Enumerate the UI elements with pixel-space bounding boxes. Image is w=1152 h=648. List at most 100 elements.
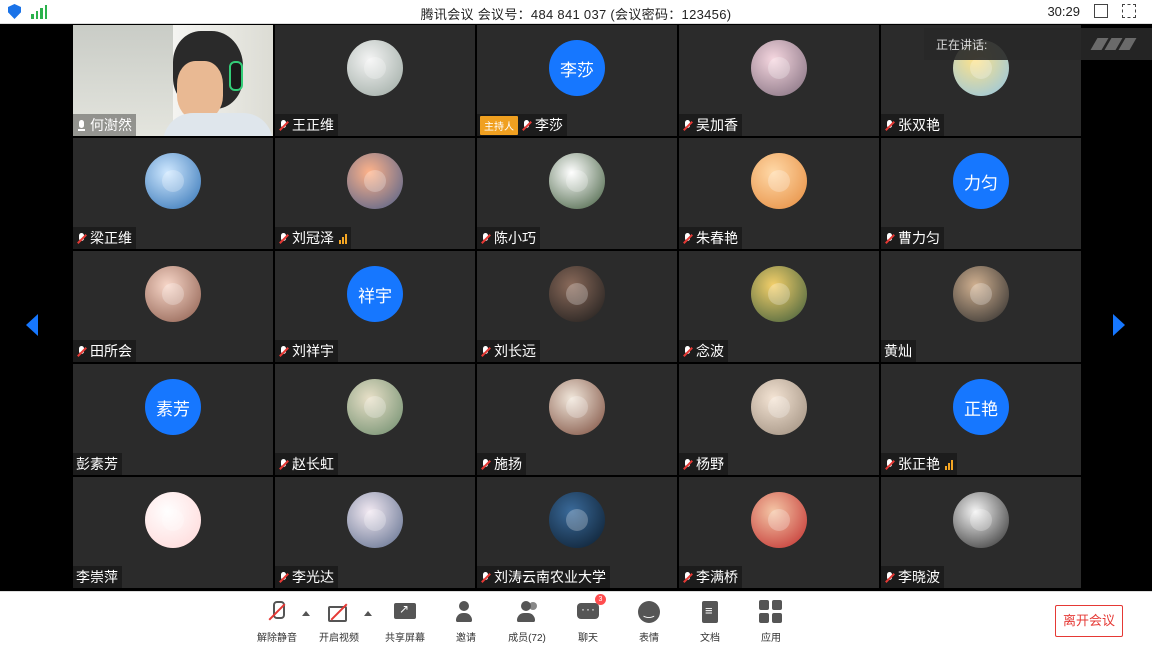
participant-tile[interactable]: 刘长远	[477, 251, 677, 362]
anime-character-avatar	[549, 379, 605, 435]
participant-tile[interactable]: 力匀曹力匀	[881, 138, 1081, 249]
participant-tile[interactable]: 田所会	[73, 251, 273, 362]
meeting-timer: 30:29	[1047, 4, 1080, 19]
title-bar: 腾讯会议 会议号：484 841 037 (会议密码：123456) 30:29	[0, 0, 1152, 24]
participant-tile[interactable]: 梁正维	[73, 138, 273, 249]
toolbar-label: 应用	[761, 633, 781, 644]
participant-name: 念波	[696, 343, 724, 359]
participant-name: 施扬	[494, 456, 522, 472]
participant-tile[interactable]: 刘冠泽	[275, 138, 475, 249]
cat-figure-avatar	[751, 266, 807, 322]
members-icon	[515, 600, 539, 624]
participant-tile[interactable]: 素芳彭素芳	[73, 364, 273, 475]
mic-icon	[76, 119, 88, 132]
speaking-label: 正在讲话:	[936, 37, 988, 52]
fullscreen-exit-icon[interactable]	[1122, 4, 1136, 18]
microphone-muted-icon	[265, 600, 289, 624]
video-stage: 何澍然 王正维 李莎 主持人 李莎 吴加香 张双艳 梁正维 刘冠泽 陈小巧 朱春艳 力匀 曹力匀 田所会祥…	[0, 24, 1152, 591]
mic-muted-icon	[278, 571, 290, 584]
participant-tile[interactable]: 李光达	[275, 477, 475, 588]
emoji-button[interactable]: 表情	[619, 598, 679, 646]
toolbar-label: 聊天	[578, 633, 598, 644]
participant-tile[interactable]: 念波	[679, 251, 879, 362]
mic-muted-icon	[884, 571, 896, 584]
mic-muted-icon	[884, 232, 896, 245]
participant-name-bar: 刘长远	[477, 340, 540, 362]
participant-tile[interactable]: 李崇萍	[73, 477, 273, 588]
previous-page-icon[interactable]	[26, 314, 38, 336]
participant-name-bar: 梁正维	[73, 227, 136, 249]
participant-tile[interactable]: 刘涛云南农业大学	[477, 477, 677, 588]
toolbar-label: 文档	[700, 633, 720, 644]
participant-name: 彭素芳	[76, 456, 118, 472]
participant-tile[interactable]: 赵长虹	[275, 364, 475, 475]
invite-button[interactable]: 邀请	[436, 598, 496, 646]
avatar-initials: 祥宇	[347, 266, 403, 322]
document-button[interactable]: 文档	[680, 598, 740, 646]
participant-name: 刘祥宇	[292, 343, 334, 359]
speaking-indicator: 正在讲话:	[924, 28, 1152, 60]
participant-tile[interactable]: 何澍然	[73, 25, 273, 136]
avatar-initials: 李莎	[549, 40, 605, 96]
mic-muted-icon	[278, 345, 290, 358]
host-badge: 主持人	[480, 115, 518, 135]
participant-tile[interactable]: 朱春艳	[679, 138, 879, 249]
participant-name-bar: 陈小巧	[477, 227, 540, 249]
participant-tile[interactable]: 李满桥	[679, 477, 879, 588]
participant-name: 曹力匀	[898, 230, 940, 246]
participant-name-bar: 何澍然	[73, 114, 136, 136]
participant-name: 张双艳	[898, 117, 940, 133]
apps-button[interactable]: 应用	[741, 598, 801, 646]
layout-toggle-icon[interactable]	[1094, 4, 1108, 18]
participant-name-bar: 吴加香	[679, 114, 742, 136]
microphone-muted-button[interactable]: 解除静音	[247, 598, 307, 646]
participant-tile[interactable]: 祥宇刘祥宇	[275, 251, 475, 362]
participant-name-bar: 朱春艳	[679, 227, 742, 249]
participant-tile[interactable]: 李莎 主持人 李莎	[477, 25, 677, 136]
participant-tile[interactable]: 杨野	[679, 364, 879, 475]
participant-name: 王正维	[292, 117, 334, 133]
mic-muted-icon	[76, 232, 88, 245]
camera-off-button[interactable]: 开启视频	[309, 598, 369, 646]
avatar-initials: 素芳	[145, 379, 201, 435]
apps-icon	[759, 600, 783, 624]
share-screen-button[interactable]: 共享屏幕	[375, 598, 435, 646]
avatar-initials: 正艳	[953, 379, 1009, 435]
participant-tile[interactable]: 陈小巧	[477, 138, 677, 249]
share-screen-icon	[393, 600, 417, 624]
participant-name: 吴加香	[696, 117, 738, 133]
participant-tile[interactable]: 王正维	[275, 25, 475, 136]
chat-button[interactable]: 3 聊天	[558, 594, 618, 646]
participant-tile[interactable]: 吴加香	[679, 25, 879, 136]
cartoon-boy-red-avatar	[751, 492, 807, 548]
meeting-title: 腾讯会议 会议号：484 841 037 (会议密码：123456)	[420, 7, 732, 22]
toolbar-label: 表情	[639, 633, 659, 644]
mic-muted-icon	[521, 119, 533, 132]
next-page-icon[interactable]	[1113, 314, 1125, 336]
cartoon-cat-avatar	[347, 492, 403, 548]
caret-up-icon[interactable]	[364, 611, 372, 616]
camera-off-icon	[327, 600, 351, 624]
man-sunglasses-avatar	[953, 266, 1009, 322]
participant-tile[interactable]: 正艳张正艳	[881, 364, 1081, 475]
participant-name-bar: 念波	[679, 340, 728, 362]
toolbar-label: 解除静音	[257, 633, 297, 644]
headphones	[229, 61, 243, 91]
participant-name-bar: 赵长虹	[275, 453, 338, 475]
avatar-initials: 力匀	[953, 153, 1009, 209]
participant-tile[interactable]: 李晓波	[881, 477, 1081, 588]
mic-muted-icon	[480, 458, 492, 471]
silhouette-desk-avatar	[145, 153, 201, 209]
participant-tile[interactable]: 施扬	[477, 364, 677, 475]
mic-muted-icon	[682, 458, 694, 471]
members-button[interactable]: 成员(72)	[497, 598, 557, 646]
unread-badge: 3	[595, 594, 606, 605]
participant-name-bar: 张正艳	[881, 453, 957, 475]
leave-meeting-button[interactable]: 离开会议	[1055, 605, 1123, 637]
participant-name-bar: 李满桥	[679, 566, 742, 588]
mic-muted-icon	[480, 345, 492, 358]
white-bird-avatar	[549, 153, 605, 209]
participant-tile[interactable]: 黄灿	[881, 251, 1081, 362]
mic-muted-icon	[682, 232, 694, 245]
participant-name-bar: 王正维	[275, 114, 338, 136]
